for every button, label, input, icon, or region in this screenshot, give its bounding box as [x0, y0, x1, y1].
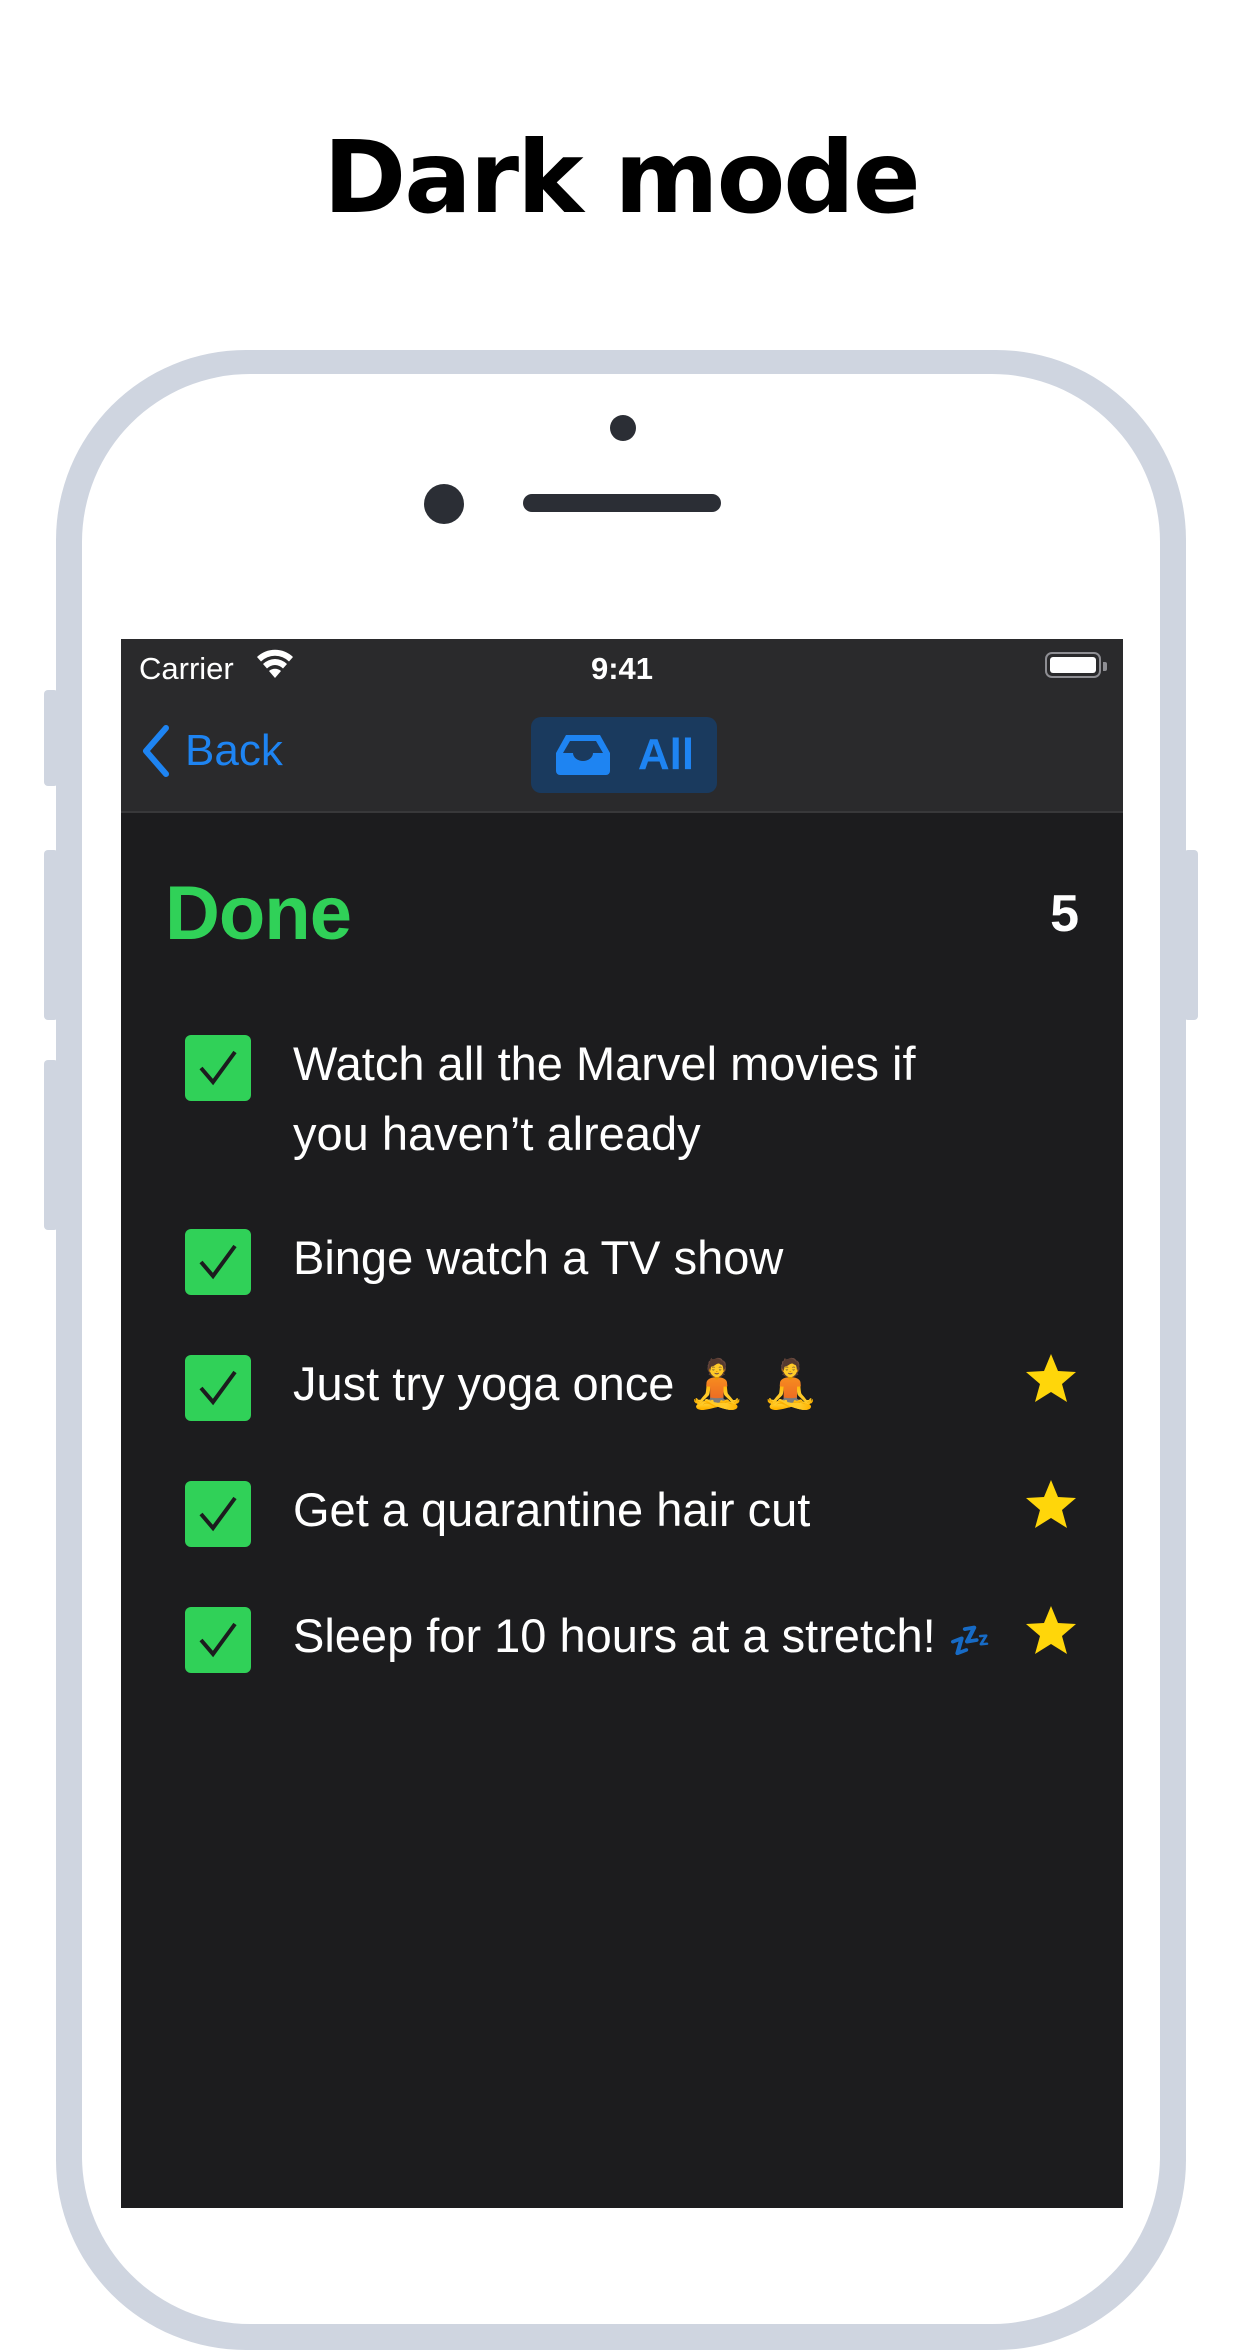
task-title-text: Get a quarantine hair cut — [293, 1483, 811, 1536]
back-button-label: Back — [185, 726, 283, 775]
task-title-text: Watch all the Marvel movies if you haven… — [293, 1037, 916, 1160]
status-bar: Carrier 9:41 — [121, 639, 1123, 695]
task-title[interactable]: Binge watch a TV show — [293, 1223, 993, 1293]
checkmark-icon — [199, 1622, 237, 1658]
side-button-power — [1184, 850, 1198, 1020]
task-title[interactable]: Sleep for 10 hours at a stretch! 💤 — [293, 1601, 993, 1676]
app-screen: Carrier 9:41 Back All Done 5 Watch all t… — [121, 639, 1123, 2208]
star-icon[interactable] — [1023, 1603, 1079, 1659]
task-title[interactable]: Get a quarantine hair cut — [293, 1475, 993, 1545]
list-item: Sleep for 10 hours at a stretch! 💤 — [121, 1601, 1123, 1676]
yoga-emoji: 🧘 🧘 — [687, 1357, 820, 1412]
task-list: Watch all the Marvel movies if you haven… — [121, 1029, 1123, 1730]
task-checkbox[interactable] — [185, 1035, 251, 1101]
scope-filter-label: All — [637, 730, 695, 779]
navigation-bar: Carrier 9:41 Back All — [121, 639, 1123, 813]
task-title[interactable]: Watch all the Marvel movies if you haven… — [293, 1029, 993, 1169]
list-item: Watch all the Marvel movies if you haven… — [121, 1029, 1123, 1169]
section-title: Done — [165, 871, 352, 956]
task-checkbox[interactable] — [185, 1607, 251, 1673]
task-checkbox[interactable] — [185, 1481, 251, 1547]
back-button[interactable]: Back — [141, 721, 283, 781]
task-title-text: Sleep for 10 hours at a stretch! — [293, 1609, 936, 1662]
star-icon[interactable] — [1023, 1477, 1079, 1533]
task-title[interactable]: Just try yoga once 🧘 🧘 — [293, 1349, 993, 1420]
scope-filter-button[interactable]: All — [531, 717, 717, 793]
task-title-text: Binge watch a TV show — [293, 1231, 784, 1284]
checkmark-icon — [199, 1050, 237, 1086]
task-checkbox[interactable] — [185, 1355, 251, 1421]
checkmark-icon — [199, 1244, 237, 1280]
battery-icon — [1045, 652, 1107, 678]
checkmark-icon — [199, 1370, 237, 1406]
checkmark-icon — [199, 1496, 237, 1532]
front-camera — [424, 484, 464, 524]
tray-icon — [555, 735, 610, 775]
task-checkbox[interactable] — [185, 1229, 251, 1295]
section-count: 5 — [1050, 885, 1079, 943]
list-item: Binge watch a TV show — [121, 1223, 1123, 1295]
list-item: Get a quarantine hair cut — [121, 1475, 1123, 1547]
list-item: Just try yoga once 🧘 🧘 — [121, 1349, 1123, 1421]
chevron-left-icon — [143, 725, 169, 777]
headline: Dark mode — [323, 119, 920, 236]
star-icon[interactable] — [1023, 1351, 1079, 1407]
proximity-sensor — [610, 415, 636, 441]
clock: 9:41 — [590, 651, 654, 686]
earpiece-speaker — [523, 494, 721, 512]
sleep-emoji: 💤 — [948, 1621, 992, 1661]
task-title-text: Just try yoga once — [293, 1357, 675, 1410]
